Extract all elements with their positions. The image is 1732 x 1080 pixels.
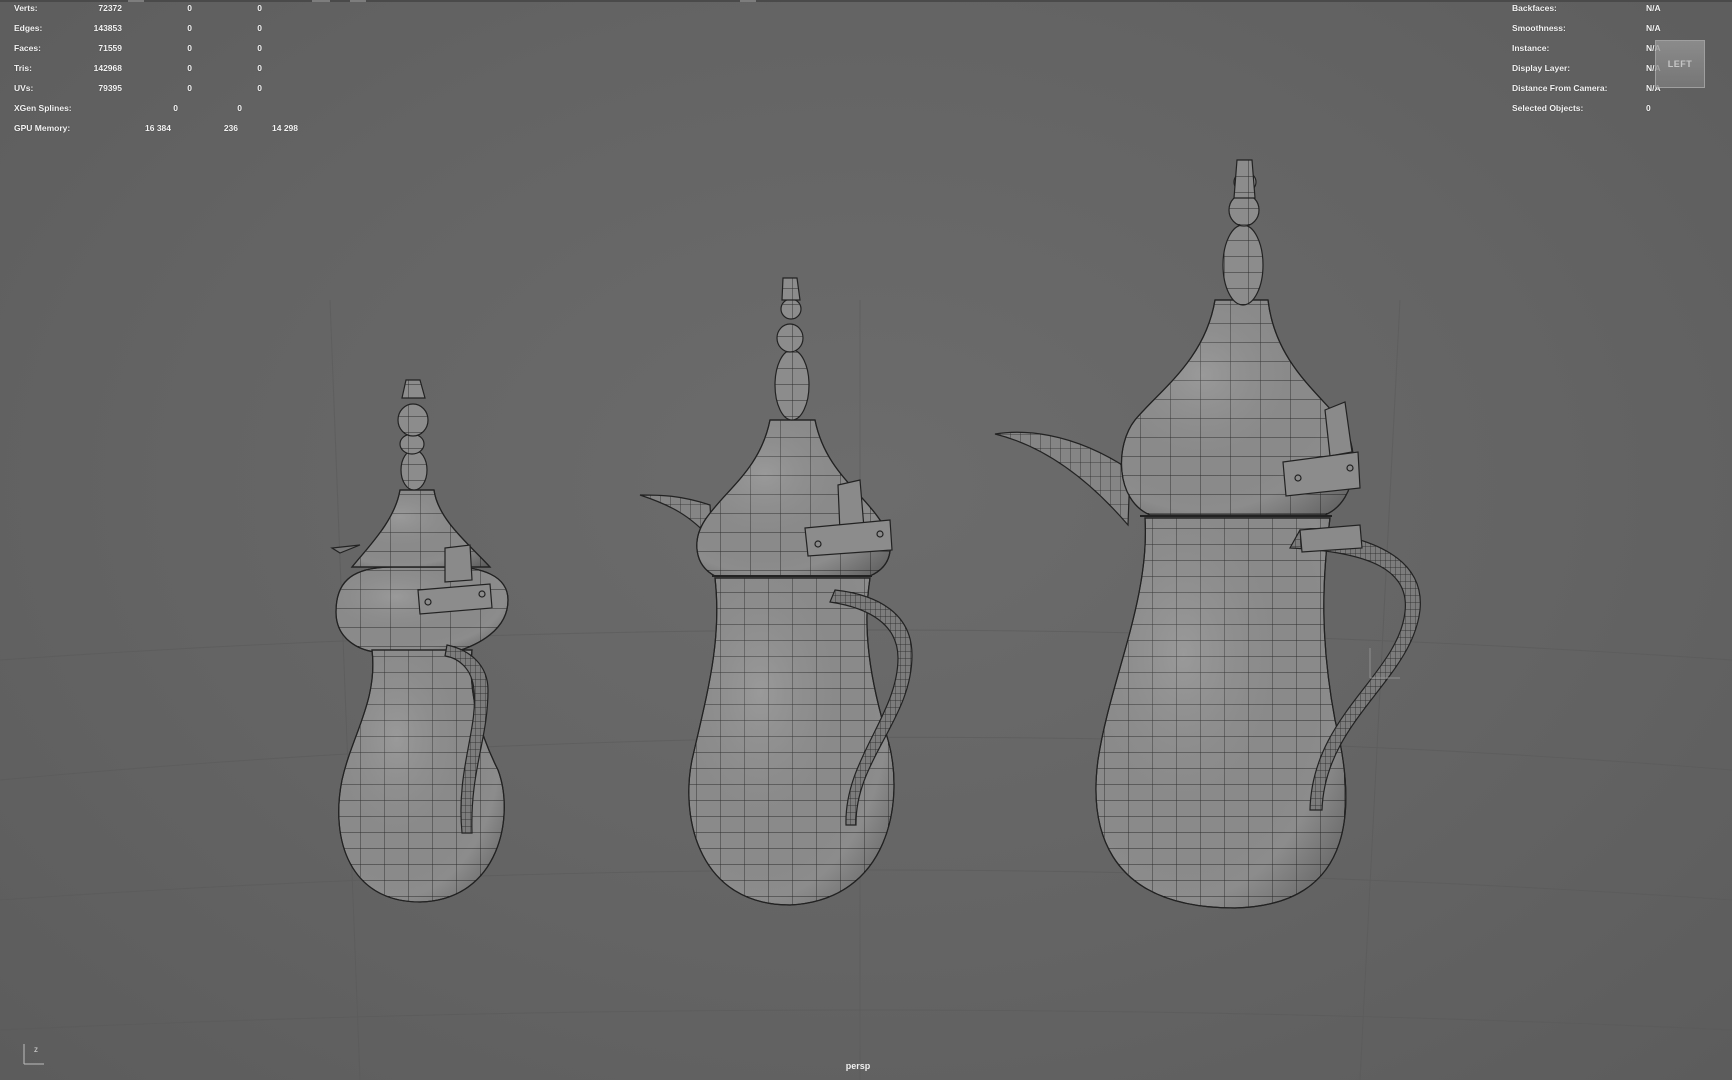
hud-left-label: Tris: bbox=[14, 63, 32, 73]
hud-left-value: 72372 bbox=[98, 3, 122, 13]
hud-left-row: Edges: 143853 0 0 bbox=[14, 18, 314, 38]
hud-left-value: 0 bbox=[257, 3, 262, 13]
hud-right-label: Smoothness: bbox=[1512, 23, 1566, 33]
poly-count-hud: Verts: 72372 0 0 Edges: 143853 0 0 Faces: 71559 0 0… bbox=[14, 0, 314, 138]
camera-name-label: persp bbox=[845, 1061, 871, 1071]
view-cube[interactable]: LEFT bbox=[1655, 40, 1705, 88]
hud-left-row: Faces: 71559 0 0 bbox=[14, 38, 314, 58]
3d-viewport[interactable] bbox=[0, 0, 1732, 1080]
hud-left-label: Edges: bbox=[14, 23, 43, 33]
hud-right-value: N/A bbox=[1646, 23, 1661, 33]
hud-right-label: Selected Objects: bbox=[1512, 103, 1584, 113]
hud-right-row: Smoothness: N/A bbox=[1512, 18, 1722, 38]
hud-left-value: 0 bbox=[173, 103, 178, 113]
hud-left-row: UVs: 79395 0 0 bbox=[14, 78, 314, 98]
hud-left-value: 0 bbox=[257, 43, 262, 53]
hud-left-value: 236 bbox=[223, 123, 238, 133]
hud-right-label: Distance From Camera: bbox=[1512, 83, 1608, 93]
dallah-large-model[interactable] bbox=[994, 159, 1421, 909]
hud-left-label: XGen Splines: bbox=[14, 103, 72, 113]
hud-right-label: Display Layer: bbox=[1512, 63, 1571, 73]
hud-left-label: GPU Memory: bbox=[14, 123, 71, 133]
hud-left-row: GPU Memory: 16 384 236 14 298 bbox=[14, 118, 314, 138]
hud-left-label: Faces: bbox=[14, 43, 41, 53]
hud-left-value: 0 bbox=[187, 23, 192, 33]
hud-left-row: XGen Splines: 0 0 bbox=[14, 98, 314, 118]
hud-left-label: UVs: bbox=[14, 83, 34, 93]
dallah-small-model[interactable] bbox=[330, 379, 509, 903]
hud-left-label: Verts: bbox=[14, 3, 38, 13]
hud-left-value: 14 298 bbox=[272, 123, 298, 133]
hud-left-value: 0 bbox=[257, 63, 262, 73]
dallah-medium-model[interactable] bbox=[639, 277, 913, 906]
hud-right-row: Backfaces: N/A bbox=[1512, 0, 1722, 18]
hud-right-label: Instance: bbox=[1512, 43, 1550, 53]
hud-right-row: Selected Objects: 0 bbox=[1512, 98, 1722, 118]
hud-left-row: Tris: 142968 0 0 bbox=[14, 58, 314, 78]
hud-left-value: 0 bbox=[187, 63, 192, 73]
hud-left-row: Verts: 72372 0 0 bbox=[14, 0, 314, 18]
hud-left-value: 0 bbox=[187, 83, 192, 93]
hud-left-value: 0 bbox=[237, 103, 242, 113]
hud-left-value: 71559 bbox=[98, 43, 122, 53]
hud-left-value: 143853 bbox=[93, 23, 122, 33]
hud-left-value: 16 384 bbox=[145, 123, 171, 133]
hud-left-value: 142968 bbox=[93, 63, 122, 73]
hud-right-label: Backfaces: bbox=[1512, 3, 1557, 13]
hud-right-value: N/A bbox=[1646, 3, 1661, 13]
hud-left-value: 0 bbox=[257, 23, 262, 33]
hud-left-value: 79395 bbox=[98, 83, 122, 93]
hud-left-value: 0 bbox=[187, 3, 192, 13]
axis-indicator-label: z bbox=[34, 1045, 38, 1054]
view-cube-face-label: LEFT bbox=[1667, 59, 1693, 69]
hud-left-value: 0 bbox=[257, 83, 262, 93]
hud-left-value: 0 bbox=[187, 43, 192, 53]
hud-right-value: 0 bbox=[1646, 103, 1651, 113]
